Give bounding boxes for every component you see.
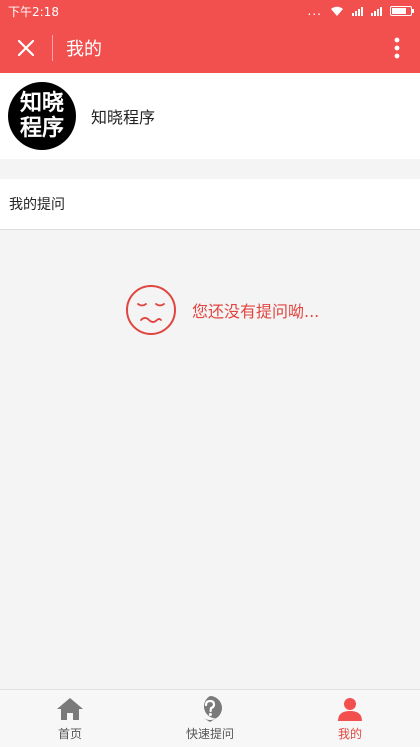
profile-name: 知晓程序 xyxy=(91,108,156,127)
signal-icon-2 xyxy=(371,6,382,16)
signal-icon xyxy=(352,6,363,16)
tab-label-quick-question: 快速提问 xyxy=(185,727,234,741)
nav-bar: 我的 xyxy=(0,22,420,73)
tab-bar: 首页 快速提问 我的 xyxy=(0,689,420,747)
empty-state-message: 您还没有提问呦... xyxy=(192,302,320,321)
home-icon xyxy=(57,698,83,720)
more-button[interactable] xyxy=(374,22,420,73)
profile-card[interactable]: 知晓 程序 知晓程序 xyxy=(0,73,420,159)
wifi-icon xyxy=(331,6,343,16)
close-button[interactable] xyxy=(0,22,52,73)
page-title: 我的 xyxy=(66,38,102,60)
sad-face-icon xyxy=(126,285,176,335)
tab-home[interactable]: 首页 xyxy=(0,690,140,747)
close-icon xyxy=(17,39,35,56)
my-questions-header: 我的提问 xyxy=(0,179,420,230)
battery-icon xyxy=(390,6,414,16)
user-icon xyxy=(338,698,362,721)
status-indicators: ... xyxy=(307,4,414,18)
status-bar: 下午2:18 ... xyxy=(0,0,420,22)
tab-mine[interactable]: 我的 xyxy=(280,690,420,747)
more-vertical-icon xyxy=(394,37,400,58)
avatar-text-line1: 知晓 xyxy=(19,90,64,116)
question-icon xyxy=(203,696,222,722)
avatar: 知晓 程序 xyxy=(8,82,76,150)
avatar-text-line2: 程序 xyxy=(19,115,64,141)
tab-label-home: 首页 xyxy=(57,727,82,741)
status-time: 下午2:18 xyxy=(8,4,59,19)
tab-label-mine: 我的 xyxy=(337,727,362,741)
tab-quick-question[interactable]: 快速提问 xyxy=(140,690,280,747)
empty-state: 您还没有提问呦... xyxy=(125,284,319,336)
notification-dots: ... xyxy=(307,4,322,18)
nav-divider xyxy=(52,34,53,61)
